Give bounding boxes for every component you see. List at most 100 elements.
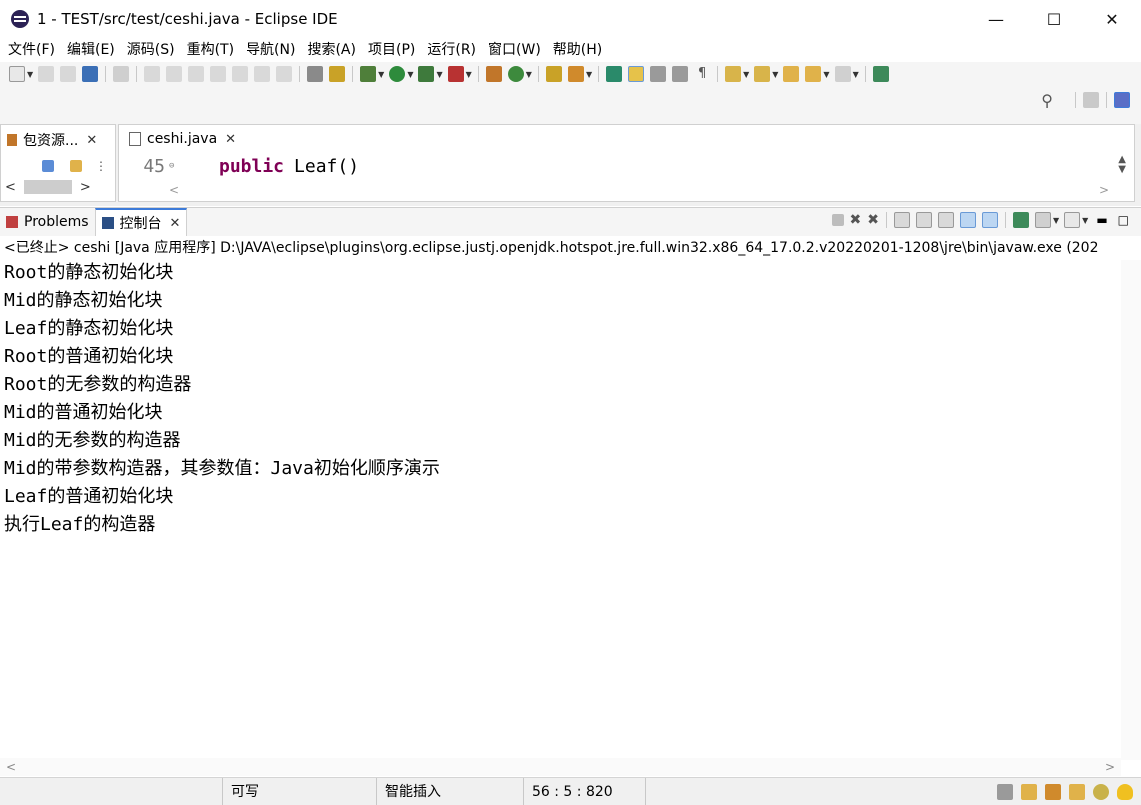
menu-edit[interactable]: 编辑(E) xyxy=(61,38,121,62)
remove-launch-icon[interactable]: ✖ xyxy=(850,212,862,228)
dropdown-arrow-icon[interactable]: ▼ xyxy=(1082,216,1088,225)
dropdown-arrow-icon[interactable]: ▼ xyxy=(407,70,413,79)
code-line[interactable]: 45 ⊖ public Leaf() xyxy=(119,153,1109,179)
previous-annotation-icon[interactable] xyxy=(754,66,771,82)
dropdown-arrow-icon[interactable]: ▼ xyxy=(853,70,859,79)
tab-console[interactable]: 控制台 ✕ xyxy=(94,208,188,236)
word-wrap-icon[interactable] xyxy=(672,66,689,82)
terminate-icon[interactable] xyxy=(188,66,205,82)
open-perspective-icon[interactable] xyxy=(1083,92,1099,108)
dropdown-arrow-icon[interactable]: ▼ xyxy=(378,70,384,79)
help-icon[interactable] xyxy=(1093,784,1109,800)
show-on-stderr-icon[interactable] xyxy=(982,212,998,228)
vertical-scrollbar[interactable] xyxy=(1121,260,1141,760)
horizontal-scroll-thumb[interactable] xyxy=(23,180,72,194)
new-java-project-icon[interactable] xyxy=(485,66,502,82)
clear-console-icon[interactable] xyxy=(894,212,910,228)
step-over-icon[interactable] xyxy=(254,66,271,82)
show-whitespace-icon[interactable]: ¶ xyxy=(694,66,711,82)
debug-icon[interactable] xyxy=(360,66,377,82)
step-return-icon[interactable] xyxy=(276,66,293,82)
view-menu-icon[interactable]: ⋮ xyxy=(95,159,107,173)
save-icon[interactable] xyxy=(38,66,55,82)
suspend-icon[interactable] xyxy=(166,66,183,82)
maximize-button[interactable]: ☐ xyxy=(1025,0,1083,38)
display-console-icon[interactable] xyxy=(1035,212,1051,228)
external-tools-icon[interactable] xyxy=(447,66,464,82)
disconnect-icon[interactable] xyxy=(210,66,227,82)
tab-problems[interactable]: Problems xyxy=(0,208,95,236)
scroll-right-icon[interactable]: > xyxy=(80,180,91,195)
menu-file[interactable]: 文件(F) xyxy=(2,38,61,62)
menu-help[interactable]: 帮助(H) xyxy=(547,38,608,62)
search-icon[interactable]: ⚲ xyxy=(1041,91,1053,110)
toggle-breadcrumb-icon[interactable] xyxy=(606,66,623,82)
open-task-icon[interactable] xyxy=(567,66,584,82)
java-perspective-icon[interactable] xyxy=(1114,92,1130,108)
scroll-right-icon[interactable]: > xyxy=(1105,760,1115,774)
horizontal-scrollbar[interactable]: < > xyxy=(0,758,1121,776)
package-explorer-tab[interactable]: 包资源... xyxy=(23,130,78,150)
save-all-icon[interactable] xyxy=(60,66,77,82)
scroll-left-icon[interactable]: < xyxy=(6,760,16,774)
dropdown-arrow-icon[interactable]: ▼ xyxy=(436,70,442,79)
drop-to-frame-icon[interactable] xyxy=(307,66,324,82)
scroll-arrows-icon[interactable]: ▲ ▼ xyxy=(1118,155,1126,175)
network-icon[interactable] xyxy=(997,784,1013,800)
show-on-stdout-icon[interactable] xyxy=(960,212,976,228)
word-wrap-icon[interactable] xyxy=(938,212,954,228)
close-icon[interactable]: ✕ xyxy=(170,216,181,231)
run-icon[interactable] xyxy=(389,66,406,82)
scroll-lock-icon[interactable] xyxy=(916,212,932,228)
back-icon[interactable] xyxy=(805,66,822,82)
next-annotation-icon[interactable] xyxy=(725,66,742,82)
lightbulb-icon[interactable] xyxy=(1117,784,1133,800)
step-into-icon[interactable] xyxy=(232,66,249,82)
minimize-view-icon[interactable]: ▬ xyxy=(1096,213,1107,227)
close-icon[interactable]: ✕ xyxy=(225,132,236,147)
open-console-icon[interactable] xyxy=(1064,212,1081,228)
pin-editor-icon[interactable] xyxy=(872,66,889,82)
menu-project[interactable]: 项目(P) xyxy=(362,38,421,62)
menu-navigate[interactable]: 导航(N) xyxy=(240,38,301,62)
terminal-icon[interactable] xyxy=(82,66,99,82)
close-window-button[interactable]: ✕ xyxy=(1083,0,1141,38)
dropdown-arrow-icon[interactable]: ▼ xyxy=(823,70,829,79)
dropdown-arrow-icon[interactable]: ▼ xyxy=(743,70,749,79)
fold-icon[interactable]: ⊖ xyxy=(169,161,189,171)
toggle-block-selection-icon[interactable] xyxy=(650,66,667,82)
new-file-icon[interactable] xyxy=(9,66,25,82)
mark-occurrences-icon[interactable] xyxy=(628,66,645,82)
menu-run[interactable]: 运行(R) xyxy=(421,38,482,62)
forward-icon[interactable] xyxy=(834,66,851,82)
maximize-view-icon[interactable]: □ xyxy=(1118,213,1129,227)
menu-refactor[interactable]: 重构(T) xyxy=(181,38,240,62)
editor-tab-ceshi[interactable]: ceshi.java xyxy=(147,131,217,147)
pin-console-icon[interactable] xyxy=(1013,212,1029,228)
dropdown-arrow-icon[interactable]: ▼ xyxy=(466,70,472,79)
graduation-cap-icon[interactable] xyxy=(1045,784,1061,800)
book-icon[interactable] xyxy=(1021,784,1037,800)
dropdown-arrow-icon[interactable]: ▼ xyxy=(586,70,592,79)
dropdown-arrow-icon[interactable]: ▼ xyxy=(1053,216,1059,225)
scroll-left-icon[interactable]: < xyxy=(169,183,179,197)
dropdown-arrow-icon[interactable]: ▼ xyxy=(27,70,33,79)
scroll-right-icon[interactable]: > xyxy=(1099,183,1109,197)
resume-icon[interactable] xyxy=(144,66,161,82)
menu-source[interactable]: 源码(S) xyxy=(121,38,181,62)
skip-breakpoints-icon[interactable] xyxy=(113,66,130,82)
menu-search[interactable]: 搜索(A) xyxy=(301,38,362,62)
collapse-all-icon[interactable] xyxy=(42,160,54,172)
use-step-filters-icon[interactable] xyxy=(329,66,346,82)
open-type-icon[interactable] xyxy=(545,66,562,82)
console-output[interactable]: Root的静态初始化块 Mid的静态初始化块 Leaf的静态初始化块 Root的… xyxy=(4,259,1114,539)
scroll-left-icon[interactable]: < xyxy=(5,180,16,195)
dropdown-arrow-icon[interactable]: ▼ xyxy=(526,70,532,79)
coverage-icon[interactable] xyxy=(418,66,435,82)
close-icon[interactable]: ✕ xyxy=(86,133,97,148)
link-with-editor-icon[interactable] xyxy=(70,160,82,172)
new-class-icon[interactable] xyxy=(507,66,524,82)
menu-window[interactable]: 窗口(W) xyxy=(482,38,547,62)
minimize-button[interactable]: — xyxy=(967,0,1025,38)
terminate-icon[interactable] xyxy=(831,214,844,226)
